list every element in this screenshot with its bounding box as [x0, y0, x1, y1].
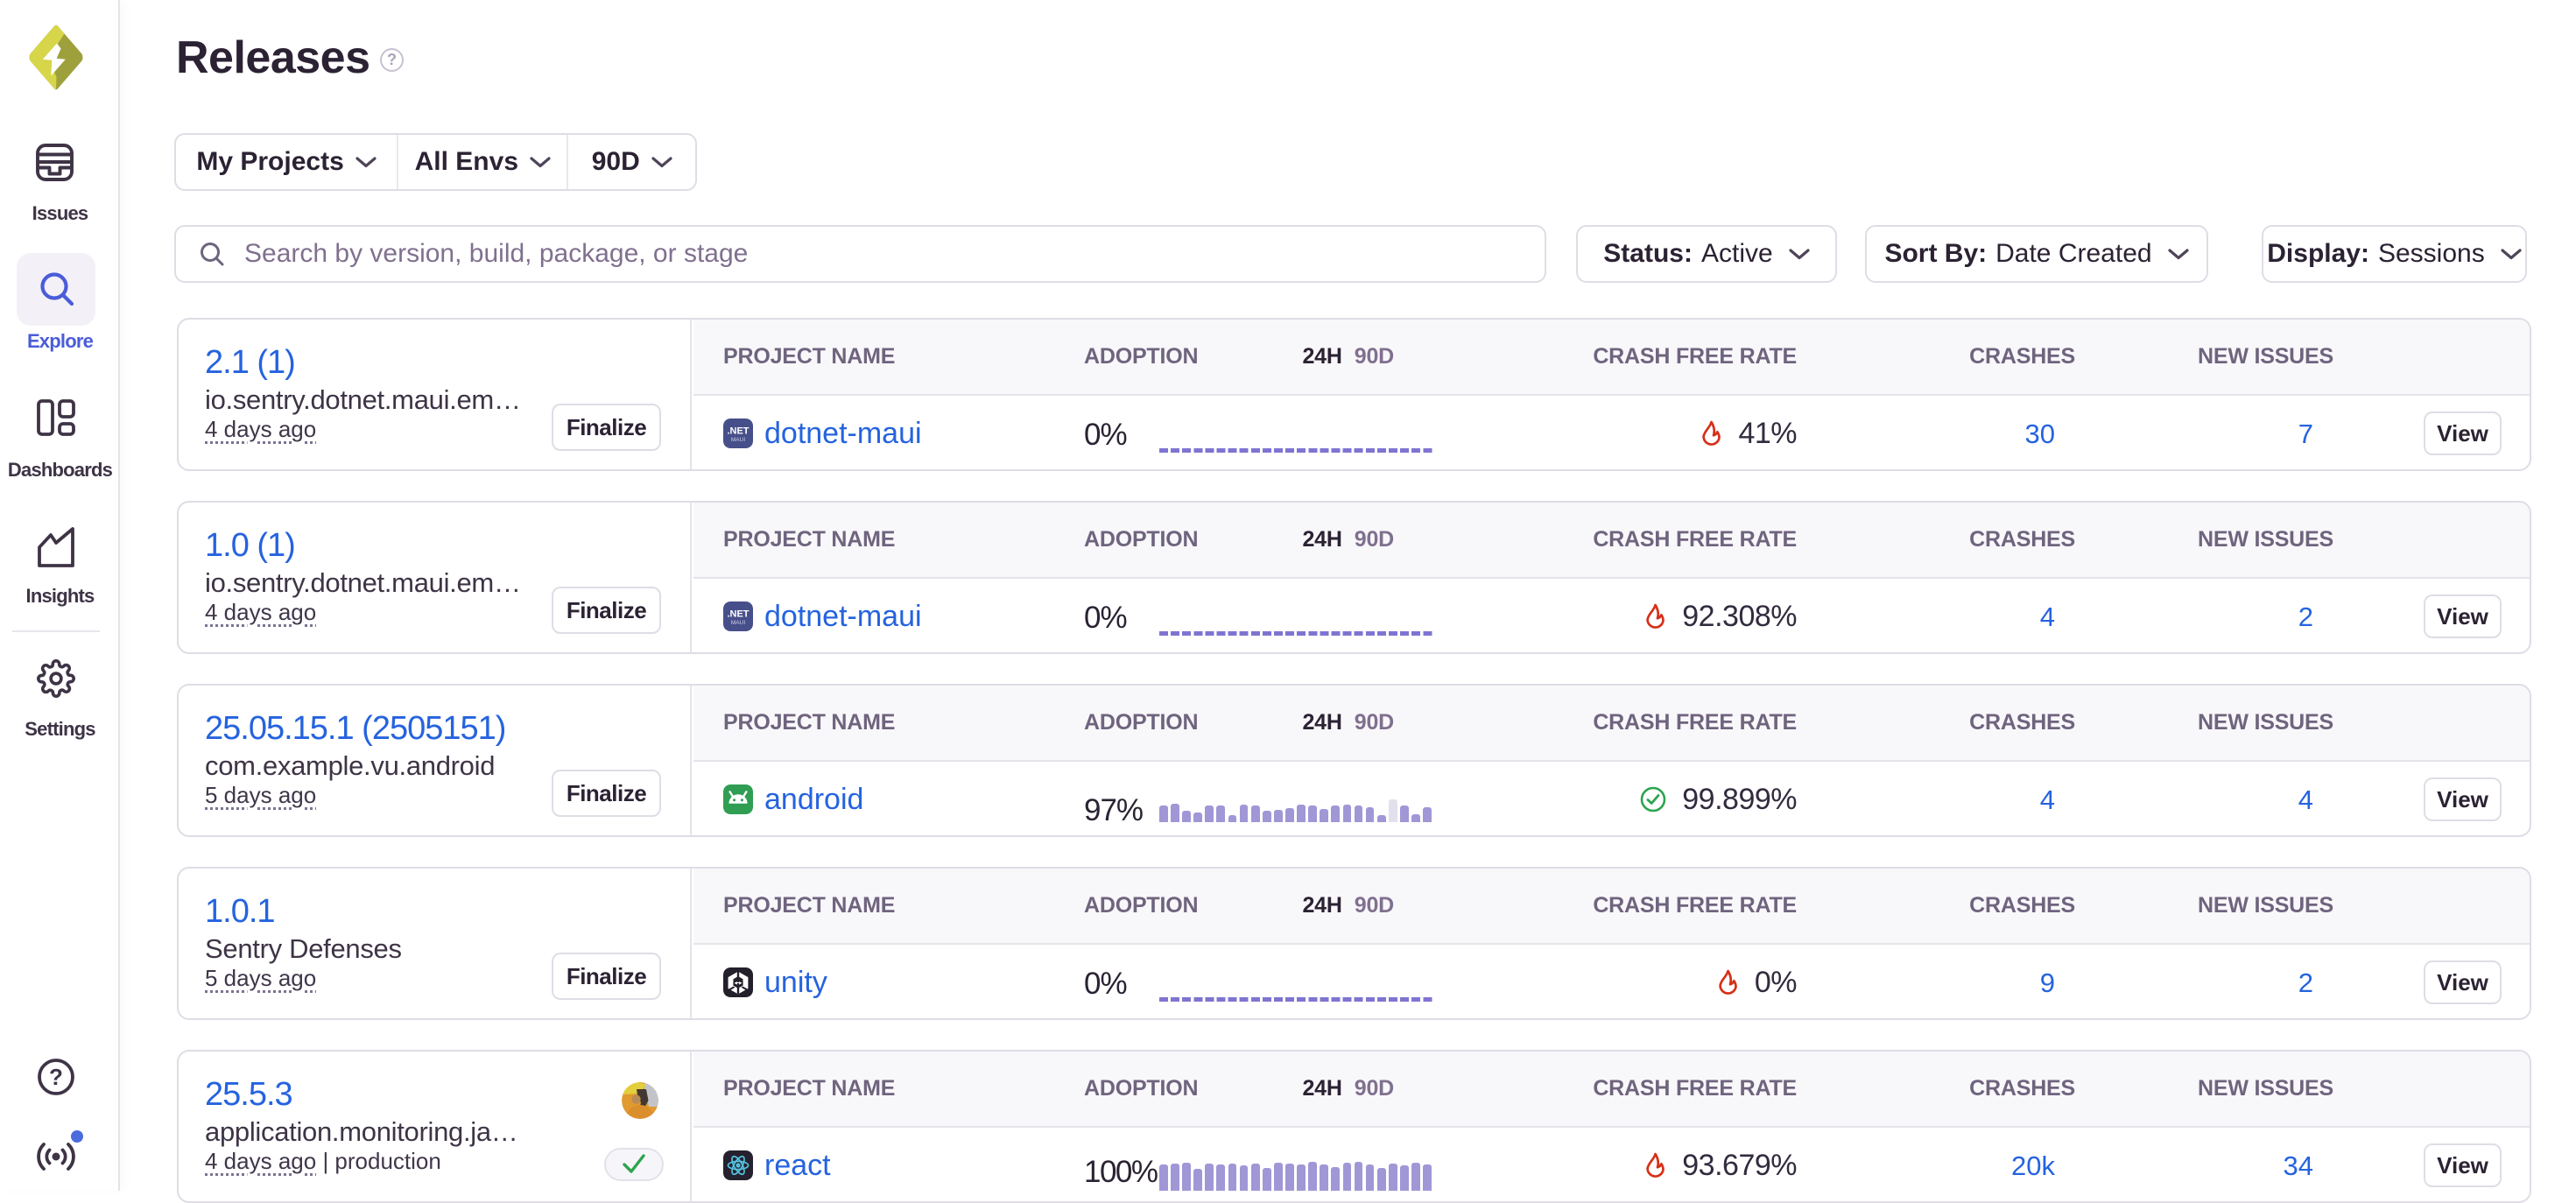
svg-text:.NET: .NET — [727, 609, 749, 620]
svg-text:MAUI: MAUI — [731, 437, 745, 443]
svg-text:.NET: .NET — [727, 426, 749, 437]
svg-text:MAUI: MAUI — [731, 620, 745, 626]
svg-text:?: ? — [49, 1064, 63, 1090]
